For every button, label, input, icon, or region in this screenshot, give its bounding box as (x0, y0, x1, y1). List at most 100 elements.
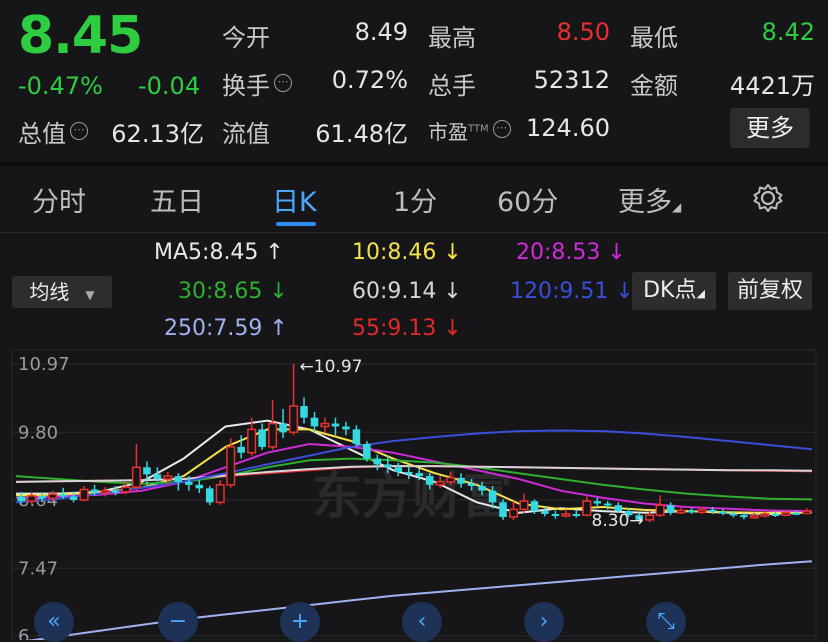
adjust-price-button[interactable]: 前复权 (728, 272, 812, 310)
candle-body (247, 428, 257, 454)
candle-body (446, 477, 456, 483)
candle-body (771, 514, 780, 517)
pe-label[interactable]: 市盈TTM ⋯ (428, 116, 511, 145)
float-label: 流值 (222, 120, 270, 148)
candle-body (27, 495, 37, 502)
info-icon[interactable]: ⋯ (274, 74, 292, 92)
corner-arrow-icon: ◢ (672, 200, 682, 214)
tab-1min[interactable]: 1分 (393, 180, 437, 219)
candle-body (760, 513, 770, 517)
scroll-left-fast-icon[interactable]: « (34, 602, 74, 642)
candle-body (687, 510, 696, 513)
candle-body (384, 464, 392, 468)
candle-body (320, 422, 330, 428)
candle-body (331, 423, 340, 427)
candle-body (749, 515, 759, 519)
candle-body (603, 503, 612, 506)
ma20-value: 20:8.53 ↓ (516, 240, 626, 265)
float-value: 61.48亿 (315, 120, 408, 148)
candle-body (289, 405, 299, 434)
change-amount: -0.04 (138, 72, 201, 100)
change-percent: -0.47% (18, 72, 103, 100)
turnover-label[interactable]: 换手 ⋯ (222, 66, 292, 101)
candle-body (153, 474, 162, 479)
candle-body (729, 513, 738, 516)
candle-body (582, 500, 592, 516)
fullscreen-icon[interactable]: ⤡ (646, 602, 686, 642)
candle-body (676, 509, 686, 514)
tab-daily-k[interactable]: 日K (272, 180, 317, 219)
settings-gear-icon[interactable] (752, 182, 784, 214)
candle-body (478, 485, 486, 491)
candle-body (279, 423, 287, 433)
candle-body (100, 489, 110, 494)
candle-body (195, 484, 204, 489)
candle-body (174, 476, 183, 482)
candle-body (530, 501, 539, 512)
dropdown-arrow-icon: ▼ (85, 288, 95, 302)
candle-body (541, 511, 549, 515)
tab-more[interactable]: 更多◢ (618, 180, 681, 219)
candle-body (508, 508, 519, 518)
candle-body (488, 490, 497, 503)
zoom-out-icon[interactable]: − (158, 602, 198, 642)
candle-body (467, 483, 476, 486)
tab-five-day[interactable]: 五日 (150, 180, 204, 219)
tab-bottom-line (0, 232, 828, 233)
candle-body (457, 477, 465, 484)
candle-body (38, 495, 46, 499)
candle-body (258, 429, 266, 447)
candle-body (404, 471, 413, 474)
candle-body (593, 501, 602, 504)
candle-body (48, 493, 58, 499)
zoom-in-icon[interactable]: + (280, 602, 320, 642)
scroll-right-icon[interactable]: › (524, 602, 564, 642)
info-icon[interactable]: ⋯ (70, 122, 88, 140)
ma55-value: 55:9.13 ↓ (352, 316, 462, 341)
tab-minute[interactable]: 分时 (32, 180, 86, 219)
ma-dropdown[interactable]: 均线 ▼ (12, 276, 112, 308)
amount-label: 金额 (630, 72, 678, 100)
ma10-value: 10:8.46 ↓ (352, 240, 462, 265)
scroll-left-icon[interactable]: ‹ (402, 602, 442, 642)
candle-body (802, 510, 812, 515)
candle-body (185, 481, 193, 485)
candle-body (310, 417, 319, 427)
volume-label: 总手 (428, 72, 476, 100)
candle-body (435, 481, 445, 486)
candle-body (300, 406, 308, 418)
ma120-value: 120:9.51 ↓ (510, 279, 634, 304)
kline-chart[interactable]: 东方财富 10.979.808.647.476.31 ←10.978.30→ (0, 348, 828, 640)
candle-body (121, 486, 131, 493)
candle-body (59, 494, 67, 497)
tab-60min[interactable]: 60分 (497, 180, 558, 219)
open-value: 8.49 (354, 18, 408, 46)
candle-body (342, 426, 350, 430)
y-axis-tick-label: 9.80 (18, 422, 58, 443)
candle-body (645, 514, 655, 521)
low-value: 8.42 (761, 18, 815, 46)
candle-body (415, 473, 424, 477)
ma30-value: 30:8.65 ↓ (178, 279, 288, 304)
candle-body (143, 467, 151, 475)
candle-body (69, 496, 78, 500)
candle-body (79, 488, 89, 501)
high-value: 8.50 (556, 18, 610, 46)
corner-arrow-icon: ◢ (696, 287, 705, 300)
candle-body (792, 512, 801, 515)
candle-body (131, 466, 141, 488)
ma250-value: 250:7.59 ↑ (164, 316, 288, 341)
candle-body (781, 512, 791, 516)
amount-value: 4421万 (729, 72, 815, 100)
candle-body (740, 515, 748, 518)
mktcap-label[interactable]: 总值 ⋯ (18, 114, 88, 149)
dk-point-button[interactable]: DK点◢ (632, 272, 716, 310)
y-axis-tick-label: 10.97 (18, 354, 70, 375)
more-quote-button[interactable]: 更多 (730, 108, 810, 148)
candle-body (268, 422, 278, 448)
pe-value: 124.60 (526, 114, 610, 142)
candle-body (655, 504, 665, 516)
candle-body (215, 484, 225, 504)
last-price: 8.45 (18, 6, 143, 66)
candle-body (394, 467, 403, 472)
